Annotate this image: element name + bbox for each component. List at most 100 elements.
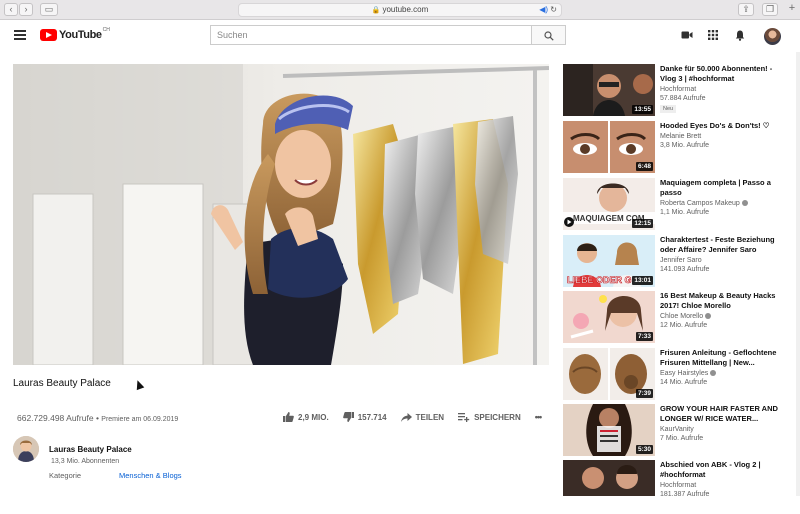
related-video-views: 141.093 Aufrufe [660, 266, 710, 273]
related-video-channel-name: Chloe Morello [660, 313, 704, 320]
related-video-views: 12 Mio. Aufrufe [660, 322, 708, 329]
related-video-item[interactable]: Abschied von ABK - Vlog 2 | #hochformat … [563, 460, 793, 514]
view-count: 662.729.498 Aufrufe • Premiere am 06.09.… [17, 413, 178, 423]
like-button[interactable]: 2,9 MIO. [283, 412, 329, 422]
related-video-channel[interactable]: Chloe Morello [660, 313, 712, 320]
apps-grid-icon[interactable] [708, 30, 718, 40]
related-video-title[interactable]: Abschied von ABK - Vlog 2 | #hochformat [660, 460, 790, 479]
speaker-icon[interactable]: ◀) [539, 5, 548, 14]
channel-avatar[interactable] [13, 436, 39, 462]
notifications-bell-icon[interactable] [735, 30, 745, 41]
related-video-channel[interactable]: Roberta Campos Makeup [660, 200, 748, 207]
verified-check-icon [705, 313, 712, 319]
related-video-item[interactable]: MAQUIAGEM COM 12:15 Maquiagem completa |… [563, 178, 793, 232]
verified-check-icon [710, 370, 717, 376]
related-video-channel-name: Easy Hairstyles [660, 370, 709, 377]
search-input[interactable]: Suchen [210, 25, 531, 45]
create-video-icon[interactable] [681, 30, 693, 40]
video-actions: 2,9 MIO. 157.714 TEILEN SPEICHERN ••• [283, 412, 555, 422]
related-video-title[interactable]: Hooded Eyes Do's & Don'ts! ♡ [660, 121, 790, 131]
address-text: youtube.com [382, 5, 429, 14]
related-video-title[interactable]: Danke für 50.000 Abonnenten! - Vlog 3 | … [660, 64, 790, 83]
related-video-views: 57.884 Aufrufe [660, 95, 706, 102]
related-video-channel[interactable]: Jennifer Saro [660, 257, 702, 264]
related-video-item[interactable]: LIEBE ODER G 13:01 Charaktertest - Feste… [563, 235, 793, 289]
tabs-overview-button[interactable]: ❐ [762, 3, 778, 16]
related-video-item[interactable]: 7:39 Frisuren Anleitung - Geflochtene Fr… [563, 348, 793, 402]
video-duration: 5:30 [635, 445, 653, 454]
related-video-item[interactable]: 5:30 GROW YOUR HAIR FASTER AND LONGER W/… [563, 404, 793, 458]
playlist-add-icon [458, 412, 470, 422]
menu-icon[interactable] [14, 30, 26, 40]
like-count: 2,9 MIO. [298, 412, 329, 422]
thumbnail-image [563, 460, 655, 496]
browser-toolbar: ‹ › ▭ 🔒 youtube.com ◀) ↻ ⇪ ❐ + [0, 0, 800, 20]
related-video-item[interactable]: 13:55 Danke für 50.000 Abonnenten! - Vlo… [563, 64, 793, 118]
video-thumbnail[interactable]: MAQUIAGEM COM 12:15 [563, 178, 655, 230]
address-bar-icons: ◀) ↻ [539, 4, 557, 16]
video-thumbnail[interactable]: 5:30 [563, 404, 655, 456]
related-video-channel[interactable]: Hochformat [660, 482, 696, 489]
view-count-text: 662.729.498 Aufrufe [17, 413, 94, 423]
more-actions-button[interactable]: ••• [534, 412, 543, 422]
logo-region: CH [102, 27, 110, 33]
video-title: Lauras Beauty Palace [13, 378, 111, 389]
category-link[interactable]: Menschen & Blogs [119, 471, 182, 480]
video-duration: 12:15 [632, 219, 653, 228]
video-thumbnail[interactable]: 7:39 [563, 348, 655, 400]
save-label: SPEICHERN [474, 412, 521, 422]
video-thumbnail[interactable]: 13:55 [563, 64, 655, 116]
thumbs-up-icon [283, 412, 294, 422]
related-video-item[interactable]: 6:48 Hooded Eyes Do's & Don'ts! ♡ Melani… [563, 121, 793, 175]
mouse-cursor-icon [133, 378, 145, 391]
share-video-button[interactable]: TEILEN [400, 412, 444, 422]
related-video-title[interactable]: 16 Best Makeup & Beauty Hacks 2017! Chlo… [660, 291, 790, 310]
related-video-views: 181.387 Aufrufe [660, 491, 710, 498]
search-icon [544, 31, 554, 41]
related-video-views: 1,1 Mio. Aufrufe [660, 209, 710, 216]
verified-check-icon [741, 200, 748, 206]
youtube-play-icon [40, 29, 57, 41]
related-video-item[interactable]: 7:33 16 Best Makeup & Beauty Hacks 2017!… [563, 291, 793, 345]
category-label: Kategorie [49, 471, 82, 480]
share-button[interactable]: ⇪ [738, 3, 754, 16]
dislike-button[interactable]: 157.714 [342, 412, 387, 422]
related-video-views: 14 Mio. Aufrufe [660, 379, 708, 386]
search-button[interactable] [531, 25, 566, 45]
channel-name[interactable]: Lauras Beauty Palace [49, 445, 132, 454]
back-button[interactable]: ‹ [4, 3, 18, 16]
related-video-views: 7 Mio. Aufrufe [660, 435, 704, 442]
video-duration: 13:01 [632, 276, 653, 285]
video-player[interactable] [13, 64, 549, 365]
related-video-channel[interactable]: Hochformat [660, 86, 696, 93]
video-frame [13, 64, 549, 365]
logo-text: YouTube [59, 29, 102, 41]
save-button[interactable]: SPEICHERN [458, 412, 521, 422]
related-video-channel[interactable]: Melanie Brett [660, 133, 701, 140]
premiere-date: Premiere am 06.09.2019 [101, 416, 179, 423]
forward-button[interactable]: › [19, 3, 33, 16]
address-bar[interactable]: 🔒 youtube.com ◀) ↻ [238, 3, 562, 17]
reload-icon[interactable]: ↻ [550, 5, 557, 14]
related-video-title[interactable]: Frisuren Anleitung - Geflochtene Frisure… [660, 348, 790, 367]
more-dots-icon: ••• [534, 412, 543, 422]
video-duration: 13:55 [632, 105, 653, 114]
video-thumbnail[interactable]: LIEBE ODER G 13:01 [563, 235, 655, 287]
account-avatar[interactable] [764, 28, 781, 45]
youtube-logo[interactable]: YouTube CH [40, 27, 110, 41]
related-video-title[interactable]: Charaktertest - Feste Beziehung oder Aff… [660, 235, 790, 254]
share-arrow-icon [400, 412, 412, 422]
subscriber-count: 13,3 Mio. Abonnenten [51, 458, 120, 465]
sidebar-toggle-button[interactable]: ▭ [40, 3, 58, 16]
channel-avatar-image [13, 436, 39, 462]
related-video-channel[interactable]: KaurVanity [660, 426, 694, 433]
video-thumbnail[interactable]: 6:48 [563, 121, 655, 173]
related-video-channel[interactable]: Easy Hairstyles [660, 370, 717, 377]
video-thumbnail[interactable] [563, 460, 655, 496]
youtube-header: YouTube CH Suchen [0, 20, 800, 52]
page-scrollbar[interactable] [796, 52, 800, 496]
new-tab-button[interactable]: + [785, 3, 799, 16]
video-thumbnail[interactable]: 7:33 [563, 291, 655, 343]
related-video-title[interactable]: GROW YOUR HAIR FASTER AND LONGER W/ RICE… [660, 404, 790, 423]
related-video-title[interactable]: Maquiagem completa | Passo a passo [660, 178, 790, 197]
